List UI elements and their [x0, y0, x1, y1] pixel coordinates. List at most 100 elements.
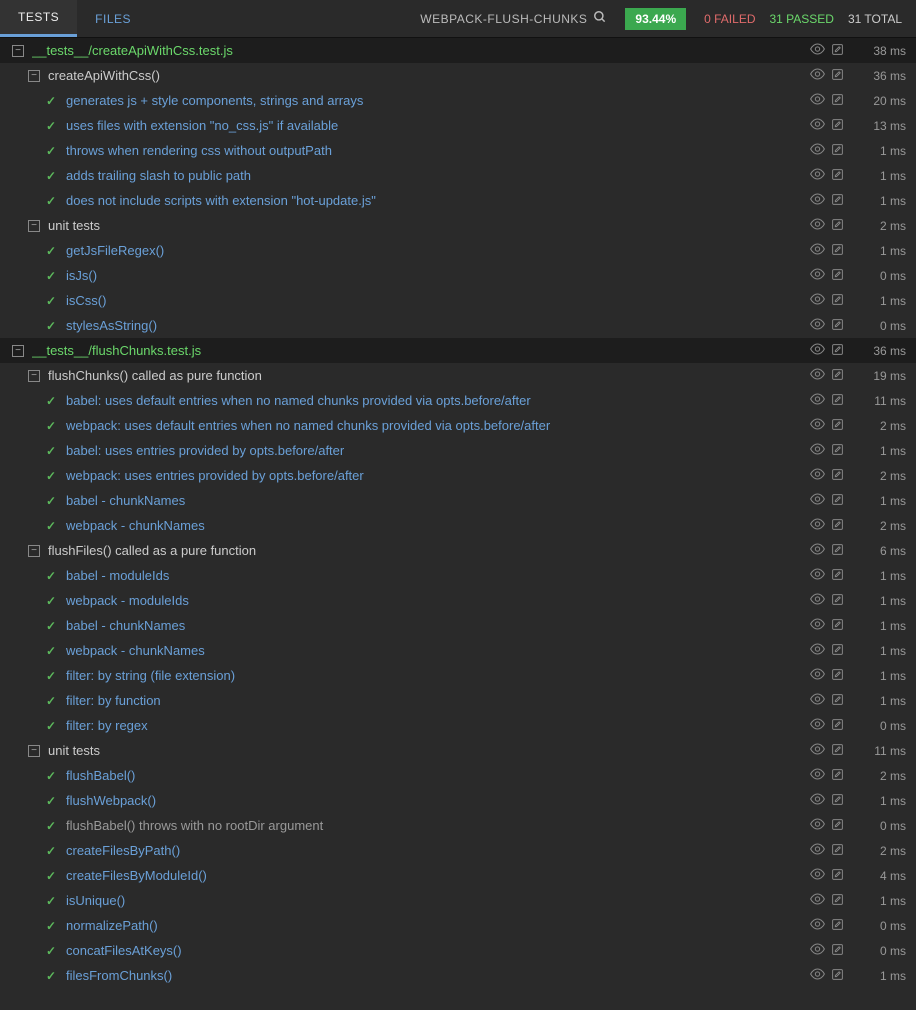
eye-icon[interactable]	[810, 518, 825, 533]
eye-icon[interactable]	[810, 718, 825, 733]
test-row[interactable]: ✓uses files with extension "no_css.js" i…	[0, 113, 916, 138]
eye-icon[interactable]	[810, 843, 825, 858]
edit-icon[interactable]	[831, 468, 844, 484]
eye-icon[interactable]	[810, 668, 825, 683]
test-row[interactable]: ✓webpack: uses default entries when no n…	[0, 413, 916, 438]
test-row[interactable]: ✓throws when rendering css without outpu…	[0, 138, 916, 163]
edit-icon[interactable]	[831, 318, 844, 334]
test-row[interactable]: ✓babel - chunkNames1 ms	[0, 613, 916, 638]
eye-icon[interactable]	[810, 368, 825, 383]
edit-icon[interactable]	[831, 568, 844, 584]
test-label[interactable]: getJsFileRegex()	[66, 243, 800, 258]
test-row[interactable]: ✓normalizePath()0 ms	[0, 913, 916, 938]
eye-icon[interactable]	[810, 143, 825, 158]
edit-icon[interactable]	[831, 218, 844, 234]
edit-icon[interactable]	[831, 43, 844, 59]
test-row[interactable]: ✓webpack - chunkNames1 ms	[0, 638, 916, 663]
test-row[interactable]: ✓webpack: uses entries provided by opts.…	[0, 463, 916, 488]
edit-icon[interactable]	[831, 418, 844, 434]
edit-icon[interactable]	[831, 168, 844, 184]
test-row[interactable]: ✓flushBabel() throws with no rootDir arg…	[0, 813, 916, 838]
edit-icon[interactable]	[831, 868, 844, 884]
tab-tests[interactable]: TESTS	[0, 0, 77, 37]
collapse-icon[interactable]: −	[12, 45, 24, 57]
test-label[interactable]: throws when rendering css without output…	[66, 143, 800, 158]
eye-icon[interactable]	[810, 293, 825, 308]
edit-icon[interactable]	[831, 768, 844, 784]
test-row[interactable]: ✓babel - chunkNames1 ms	[0, 488, 916, 513]
edit-icon[interactable]	[831, 368, 844, 384]
eye-icon[interactable]	[810, 918, 825, 933]
eye-icon[interactable]	[810, 693, 825, 708]
edit-icon[interactable]	[831, 518, 844, 534]
collapse-icon[interactable]: −	[28, 220, 40, 232]
collapse-icon[interactable]: −	[12, 345, 24, 357]
eye-icon[interactable]	[810, 93, 825, 108]
test-row[interactable]: ✓isJs()0 ms	[0, 263, 916, 288]
edit-icon[interactable]	[831, 618, 844, 634]
edit-icon[interactable]	[831, 943, 844, 959]
test-row[interactable]: ✓stylesAsString()0 ms	[0, 313, 916, 338]
eye-icon[interactable]	[810, 118, 825, 133]
eye-icon[interactable]	[810, 593, 825, 608]
edit-icon[interactable]	[831, 843, 844, 859]
eye-icon[interactable]	[810, 768, 825, 783]
test-label[interactable]: adds trailing slash to public path	[66, 168, 800, 183]
eye-icon[interactable]	[810, 268, 825, 283]
eye-icon[interactable]	[810, 218, 825, 233]
collapse-icon[interactable]: −	[28, 545, 40, 557]
edit-icon[interactable]	[831, 268, 844, 284]
test-label[interactable]: babel - moduleIds	[66, 568, 800, 583]
suite-row[interactable]: −flushFiles() called as a pure function6…	[0, 538, 916, 563]
eye-icon[interactable]	[810, 68, 825, 83]
eye-icon[interactable]	[810, 793, 825, 808]
test-label[interactable]: webpack: uses entries provided by opts.b…	[66, 468, 800, 483]
test-label[interactable]: webpack - chunkNames	[66, 643, 800, 658]
test-label[interactable]: flushBabel() throws with no rootDir argu…	[66, 818, 800, 833]
test-row[interactable]: ✓filesFromChunks()1 ms	[0, 963, 916, 988]
edit-icon[interactable]	[831, 393, 844, 409]
eye-icon[interactable]	[810, 318, 825, 333]
test-label[interactable]: filter: by regex	[66, 718, 800, 733]
edit-icon[interactable]	[831, 893, 844, 909]
test-label[interactable]: filesFromChunks()	[66, 968, 800, 983]
test-row[interactable]: ✓isUnique()1 ms	[0, 888, 916, 913]
collapse-icon[interactable]: −	[28, 70, 40, 82]
test-label[interactable]: generates js + style components, strings…	[66, 93, 800, 108]
test-label[interactable]: webpack - chunkNames	[66, 518, 800, 533]
test-row[interactable]: ✓generates js + style components, string…	[0, 88, 916, 113]
search-icon[interactable]	[593, 10, 607, 27]
test-label[interactable]: babel - chunkNames	[66, 493, 800, 508]
edit-icon[interactable]	[831, 743, 844, 759]
edit-icon[interactable]	[831, 793, 844, 809]
suite-row[interactable]: −flushChunks() called as pure function19…	[0, 363, 916, 388]
edit-icon[interactable]	[831, 343, 844, 359]
edit-icon[interactable]	[831, 118, 844, 134]
eye-icon[interactable]	[810, 943, 825, 958]
test-label[interactable]: webpack: uses default entries when no na…	[66, 418, 800, 433]
eye-icon[interactable]	[810, 43, 825, 58]
test-row[interactable]: ✓flushBabel()2 ms	[0, 763, 916, 788]
suite-row[interactable]: −createApiWithCss()36 ms	[0, 63, 916, 88]
edit-icon[interactable]	[831, 718, 844, 734]
test-label[interactable]: filter: by function	[66, 693, 800, 708]
test-row[interactable]: ✓flushWebpack()1 ms	[0, 788, 916, 813]
test-row[interactable]: ✓webpack - moduleIds1 ms	[0, 588, 916, 613]
eye-icon[interactable]	[810, 743, 825, 758]
eye-icon[interactable]	[810, 443, 825, 458]
edit-icon[interactable]	[831, 818, 844, 834]
test-label[interactable]: babel: uses default entries when no name…	[66, 393, 800, 408]
eye-icon[interactable]	[810, 543, 825, 558]
eye-icon[interactable]	[810, 643, 825, 658]
test-label[interactable]: filter: by string (file extension)	[66, 668, 800, 683]
test-label[interactable]: does not include scripts with extension …	[66, 193, 800, 208]
test-row[interactable]: ✓webpack - chunkNames2 ms	[0, 513, 916, 538]
test-row[interactable]: ✓createFilesByModuleId()4 ms	[0, 863, 916, 888]
test-row[interactable]: ✓adds trailing slash to public path1 ms	[0, 163, 916, 188]
edit-icon[interactable]	[831, 143, 844, 159]
test-label[interactable]: uses files with extension "no_css.js" if…	[66, 118, 800, 133]
test-label[interactable]: babel - chunkNames	[66, 618, 800, 633]
test-label[interactable]: isCss()	[66, 293, 800, 308]
test-row[interactable]: ✓filter: by function1 ms	[0, 688, 916, 713]
file-row[interactable]: −__tests__/createApiWithCss.test.js38 ms	[0, 38, 916, 63]
